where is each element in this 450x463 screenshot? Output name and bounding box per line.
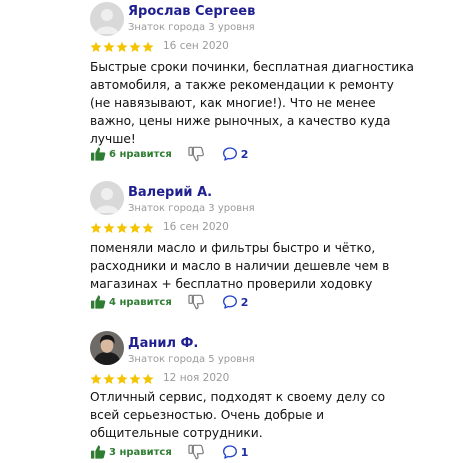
star-icon: [129, 373, 141, 385]
review-actions: 4 нравится 2: [90, 293, 248, 311]
comment-count: 2: [240, 147, 249, 161]
author-name[interactable]: Валерий А.: [128, 185, 212, 200]
thumbs-up-icon: [90, 444, 106, 460]
review-text-line: (не навязывают, как многие!). Что не мен…: [90, 96, 376, 110]
review-actions: 3 нравится 1: [90, 443, 248, 461]
like-count: 3 нравится: [109, 446, 172, 458]
review-text: Отличный сервис, подходят к своему делу …: [90, 388, 390, 442]
star-icon: [116, 222, 128, 234]
dislike-button[interactable]: [188, 444, 204, 460]
review-text-line: автомобиля, а также рекомендации к ремон…: [90, 78, 394, 92]
review-date: 16 сен 2020: [163, 221, 229, 233]
comment-icon: [222, 444, 238, 460]
comment-count: 2: [240, 295, 249, 309]
star-icon: [142, 222, 154, 234]
review-text-line: магазинах + бесплатно проверили ходовку: [90, 277, 373, 291]
star-icon: [103, 41, 115, 53]
star-icon: [103, 222, 115, 234]
rating-stars: [90, 222, 154, 234]
star-icon: [116, 41, 128, 53]
star-icon: [129, 41, 141, 53]
thumbs-down-icon: [188, 294, 204, 310]
avatar-photo[interactable]: [90, 331, 124, 365]
review-actions: 6 нравится 2: [90, 145, 248, 163]
thumbs-down-icon: [188, 444, 204, 460]
review-text-line: расходники и масло в наличии дешевле чем…: [90, 259, 390, 273]
review-text-line: важно, цены ниже рыночных, а качество ку…: [90, 114, 391, 128]
like-count: 4 нравится: [109, 296, 172, 308]
review-date: 12 ноя 2020: [163, 372, 230, 384]
star-icon: [103, 373, 115, 385]
comment-icon: [222, 146, 238, 162]
thumbs-up-icon: [90, 146, 106, 162]
star-icon: [142, 373, 154, 385]
comments-button[interactable]: 2: [222, 294, 249, 310]
star-icon: [90, 373, 102, 385]
star-icon: [129, 222, 141, 234]
author-name[interactable]: Данил Ф.: [128, 336, 198, 351]
avatar-placeholder-icon[interactable]: [90, 2, 124, 36]
review-text: Быстрые сроки починки, бесплатная диагно…: [90, 58, 414, 148]
review-text-line: всей серьезностью. Очень добрые и: [90, 408, 325, 422]
like-button[interactable]: 3 нравится: [90, 444, 172, 460]
avatar-placeholder-icon[interactable]: [90, 181, 124, 215]
comment-icon: [222, 294, 238, 310]
comments-button[interactable]: 2: [222, 146, 249, 162]
like-button[interactable]: 6 нравится: [90, 146, 172, 162]
dislike-button[interactable]: [188, 294, 204, 310]
author-name[interactable]: Ярослав Сергеев: [128, 4, 255, 19]
review-text-line: Быстрые сроки починки, бесплатная диагно…: [90, 60, 414, 74]
like-button[interactable]: 4 нравится: [90, 294, 172, 310]
comment-count: 1: [240, 445, 249, 459]
comments-button[interactable]: 1: [222, 444, 249, 460]
review-text-line: общительные сотрудники.: [90, 426, 263, 440]
author-level: Знаток города 5 уровня: [128, 354, 255, 365]
author-level: Знаток города 3 уровня: [128, 22, 255, 33]
author-level: Знаток города 3 уровня: [128, 203, 255, 214]
star-icon: [90, 222, 102, 234]
rating-stars: [90, 373, 154, 385]
thumbs-up-icon: [90, 294, 106, 310]
star-icon: [90, 41, 102, 53]
star-icon: [116, 373, 128, 385]
dislike-button[interactable]: [188, 146, 204, 162]
user-photo-icon: [90, 331, 124, 365]
review-text-line: Отличный сервис, подходят к своему делу …: [90, 390, 386, 404]
review-text-line: поменяли масло и фильтры быстро и чётко,: [90, 241, 376, 255]
star-icon: [142, 41, 154, 53]
like-count: 6 нравится: [109, 148, 172, 160]
rating-stars: [90, 41, 154, 53]
review-text: поменяли масло и фильтры быстро и чётко,…: [90, 239, 390, 293]
review-date: 16 сен 2020: [163, 40, 229, 52]
thumbs-down-icon: [188, 146, 204, 162]
